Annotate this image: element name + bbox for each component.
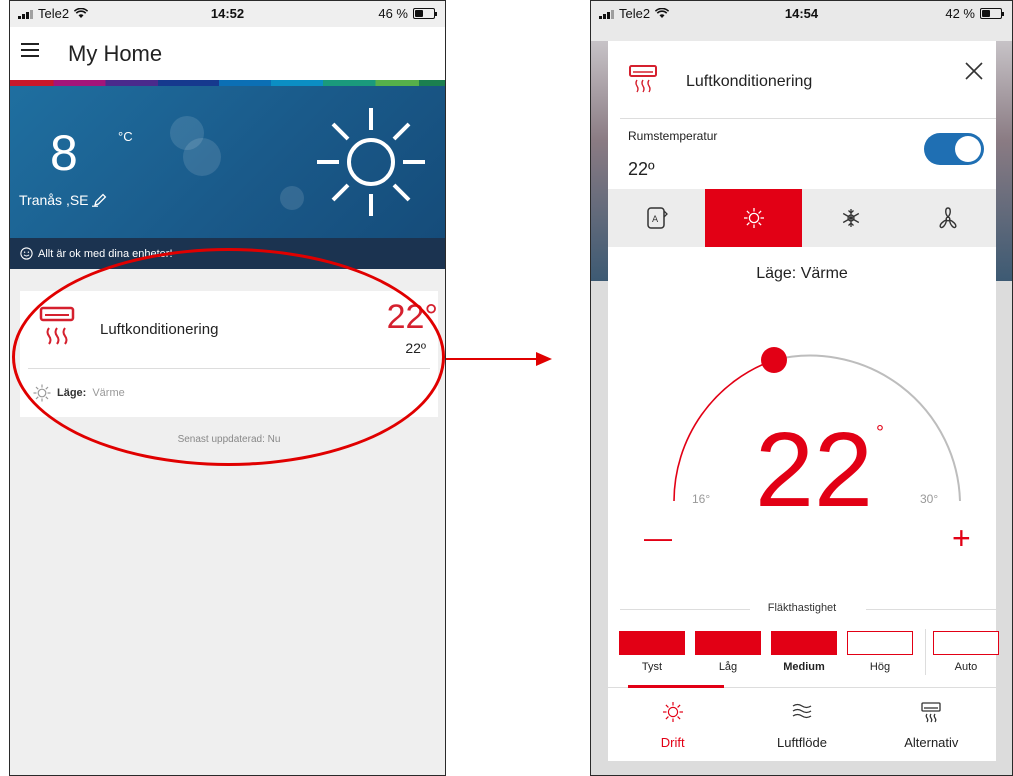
hamburger-menu-icon[interactable]: [21, 43, 39, 57]
battery-level: [415, 10, 423, 17]
room-temp-label: Rumstemperatur: [628, 129, 718, 143]
fan-label-lag: Låg: [718, 661, 738, 673]
close-icon[interactable]: [962, 59, 986, 83]
cool-mode-button[interactable]: [802, 189, 899, 247]
power-toggle[interactable]: [924, 133, 984, 165]
app-header: My Home: [10, 27, 445, 80]
tab-label: Alternativ: [904, 735, 959, 750]
clock: 14:52: [210, 6, 245, 21]
fan-label-hog: Hög: [869, 661, 891, 673]
control-sheet: Luftkonditionering Rumstemperatur 22º A …: [608, 41, 999, 761]
status-bar: Tele2 14:54 42 %: [591, 1, 1012, 27]
dial-handle[interactable]: [761, 347, 787, 373]
degree-symbol: °: [876, 422, 884, 444]
battery: 46 %: [378, 6, 437, 21]
battery: 42 %: [945, 6, 1004, 21]
air-conditioner-icon: [629, 65, 657, 93]
carrier-name: Tele2: [38, 6, 70, 21]
wifi-icon: [74, 8, 89, 18]
battery-percent: 46 %: [378, 6, 408, 21]
fan-label-auto: Auto: [954, 661, 978, 673]
sheet-header: Luftkonditionering: [608, 41, 996, 119]
dial-max-label: 30°: [920, 492, 938, 506]
fan-speed-bars: [619, 629, 999, 675]
snowflake-icon: [842, 209, 859, 227]
carrier: Tele2: [599, 6, 670, 21]
device-control-screen: Tele2 14:54 42 % Luftkonditionering Rums…: [590, 0, 1013, 776]
temperature-unit: °C: [118, 129, 133, 144]
battery-icon: [413, 8, 437, 19]
tab-label: Luftflöde: [777, 735, 827, 750]
fan-speed-header: Fläkthastighet: [608, 601, 996, 617]
highlight-ellipse: [12, 248, 445, 466]
status-bar: Tele2 14:52 46 %: [10, 1, 445, 27]
clock: 14:54: [784, 6, 819, 21]
sun-icon: [662, 702, 683, 722]
bottom-tabs: Drift Luftflöde Alternativ: [608, 691, 996, 753]
toggle-knob: [955, 136, 981, 162]
weather-widget[interactable]: 8 °C Tranås ,SE: [10, 86, 445, 238]
divider: [866, 609, 996, 610]
decor-blob: [280, 186, 304, 210]
heat-mode-button[interactable]: [705, 189, 802, 247]
auto-mode-button[interactable]: A: [608, 189, 705, 247]
battery-percent: 42 %: [945, 6, 975, 21]
decrease-button[interactable]: —: [644, 522, 672, 553]
mode-selector: A: [608, 189, 996, 247]
ac-unit-icon: [921, 702, 941, 723]
mode-value: Värme: [800, 265, 848, 282]
temperature-dial[interactable]: 16° 30° 22 ° — +: [608, 291, 996, 591]
signal-icon: [599, 9, 614, 19]
tab-drift[interactable]: Drift: [608, 691, 737, 753]
auto-mode-icon: A: [646, 207, 668, 229]
edit-pencil-icon[interactable]: [91, 193, 108, 207]
fan-level-tyst[interactable]: [619, 631, 685, 655]
fan-level-hog[interactable]: [847, 631, 913, 655]
fan-label-tyst: Tyst: [641, 661, 663, 673]
fan-speed-title: Fläkthastighet: [767, 602, 837, 614]
smiley-icon: [20, 247, 33, 260]
signal-icon: [18, 9, 33, 19]
mode-text: Läge: Värme: [608, 265, 996, 283]
fan-icon: [938, 207, 957, 229]
battery-level: [982, 10, 990, 17]
tab-label: Drift: [660, 735, 685, 750]
device-title: Luftkonditionering: [686, 73, 813, 90]
fan-speed-labels: Tyst Låg Medium Hög Auto: [619, 661, 999, 677]
increase-button[interactable]: +: [952, 520, 971, 556]
airflow-icon: [792, 703, 812, 719]
location-name: Tranås ,SE: [19, 192, 89, 208]
target-temperature: 22: [755, 411, 873, 529]
fan-level-lag[interactable]: [695, 631, 761, 655]
fan-level-auto[interactable]: [933, 631, 999, 655]
divider: [620, 118, 996, 119]
sun-icon: [743, 208, 764, 228]
room-temp-value: 22º: [628, 159, 655, 179]
dial-min-label: 16°: [692, 492, 710, 506]
sunny-weather-icon: [317, 108, 425, 216]
carrier-name: Tele2: [619, 6, 651, 21]
wifi-icon: [655, 8, 670, 18]
battery-icon: [980, 8, 1004, 19]
carrier: Tele2: [18, 6, 89, 21]
mode-prefix: Läge:: [756, 265, 797, 282]
fan-mode-button[interactable]: [899, 189, 996, 247]
svg-text:A: A: [652, 215, 659, 225]
tab-alternativ[interactable]: Alternativ: [867, 691, 996, 753]
arrow-shaft: [446, 358, 538, 360]
location[interactable]: Tranås ,SE: [19, 192, 108, 208]
fan-level-medium[interactable]: [771, 631, 837, 655]
arrow-right-icon: [536, 352, 552, 366]
page-title: My Home: [68, 41, 163, 66]
decor-blob: [183, 138, 221, 176]
fan-label-medium: Medium: [783, 661, 825, 673]
outdoor-temperature: 8: [50, 125, 78, 181]
active-tab-indicator: [628, 685, 724, 688]
tab-luftflode[interactable]: Luftflöde: [737, 691, 866, 753]
